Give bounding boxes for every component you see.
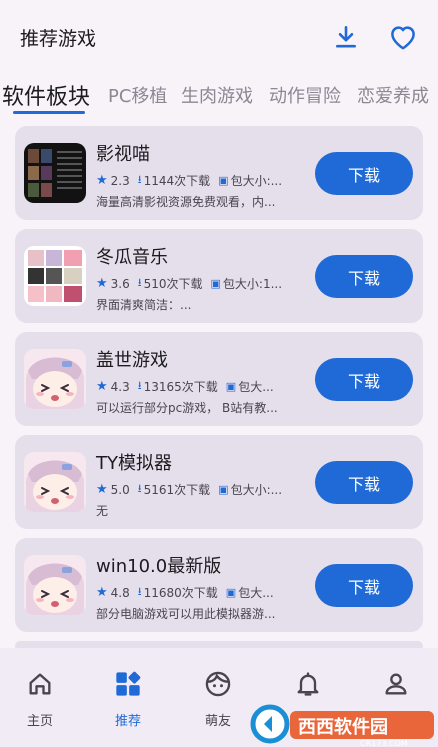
app-downloads: 5161次下载: [143, 483, 211, 497]
app-downloads: 1144次下载: [143, 174, 211, 188]
download-button[interactable]: 下载: [315, 564, 413, 607]
watermark-text: 西西软件园: [298, 716, 388, 738]
app-description: 可以运行部分pc游戏， B站有教...: [96, 401, 278, 415]
star-icon: ★: [96, 585, 108, 600]
tab-romance[interactable]: 恋爱养成: [357, 82, 429, 108]
tab-software[interactable]: 软件板块: [2, 79, 90, 111]
calendar-icon: ▣: [210, 277, 221, 290]
star-icon: ★: [96, 379, 108, 394]
watermark-logo: 西西软件园 CR173.COM: [250, 704, 434, 747]
download-button[interactable]: 下载: [315, 358, 413, 401]
app-description: 无: [96, 504, 109, 518]
app-meta: ★ 4.8 ⭳ 11680次下载 ▣ 包大...: [96, 583, 306, 602]
app-rating: 4.8: [110, 585, 130, 600]
download-count-icon: ⭳: [137, 173, 142, 186]
top-app-bar: 推荐游戏: [0, 0, 438, 74]
app-size: 包大小:...: [230, 483, 283, 497]
nav-label: 主页: [26, 714, 53, 729]
download-count-icon: ⭳: [137, 379, 142, 392]
heart-icon[interactable]: [388, 23, 418, 51]
app-thumbnail: [24, 555, 86, 615]
download-button[interactable]: 下载: [315, 152, 413, 195]
tab-indicator: [13, 111, 85, 114]
watermark-subtext: CR173.COM: [360, 739, 408, 747]
app-card[interactable]: 影视喵 ★ 2.3 ⭳ 1144次下载 ▣ 包大小:... 海量高清影视资源免费…: [15, 126, 423, 220]
calendar-icon: ▣: [218, 483, 229, 496]
app-thumbnail: [24, 349, 86, 409]
tab-raw-games[interactable]: 生肉游戏: [181, 82, 253, 108]
star-icon: ★: [96, 173, 108, 188]
tab-action-adventure[interactable]: 动作冒险: [269, 82, 341, 108]
app-card[interactable]: win10.0最新版 ★ 4.8 ⭳ 11680次下载 ▣ 包大... 部分电脑…: [15, 538, 423, 632]
calendar-icon: ▣: [225, 380, 237, 393]
page-title: 推荐游戏: [20, 28, 97, 50]
nav-home[interactable]: 主页: [0, 648, 84, 747]
bell-icon: [297, 672, 319, 696]
app-rating: 5.0: [110, 482, 130, 497]
app-name: TY模拟器: [96, 453, 172, 474]
app-size: 包大小:...: [230, 174, 283, 188]
app-thumbnail: [24, 246, 86, 306]
app-meta: ★ 4.3 ⭳ 13165次下载 ▣ 包大...: [96, 377, 306, 396]
app-meta: ★ 3.6 ⭳ 510次下载 ▣ 包大小:1...: [96, 274, 306, 293]
download-button[interactable]: 下载: [315, 255, 413, 298]
app-downloads: 510次下载: [143, 277, 203, 291]
nav-friends[interactable]: 萌友: [174, 648, 262, 747]
download-count-icon: ⭳: [137, 482, 142, 495]
app-name: 冬瓜音乐: [96, 247, 168, 268]
calendar-icon: ▣: [218, 174, 229, 187]
app-downloads: 11680次下载: [143, 586, 218, 600]
app-size: 包大...: [238, 380, 274, 394]
nav-label: 萌友: [204, 714, 231, 729]
tab-pc-port[interactable]: PC移植: [108, 82, 167, 108]
app-rating: 4.3: [110, 379, 130, 394]
app-description: 部分电脑游戏可以用此模拟器游...: [96, 607, 276, 621]
app-description: 海量高清影视资源免费观看，内...: [96, 195, 276, 209]
download-count-icon: ⭳: [137, 276, 142, 289]
app-card[interactable]: 盖世游戏 ★ 4.3 ⭳ 13165次下载 ▣ 包大... 可以运行部分pc游戏…: [15, 332, 423, 426]
app-meta: ★ 5.0 ⭳ 5161次下载 ▣ 包大小:...: [96, 480, 306, 499]
app-thumbnail: [24, 143, 86, 203]
star-icon: ★: [96, 482, 108, 497]
app-rating: 3.6: [110, 276, 130, 291]
app-size: 包大小:1...: [222, 277, 283, 291]
app-downloads: 13165次下载: [143, 380, 218, 394]
grid-icon: [116, 671, 141, 696]
star-icon: ★: [96, 276, 108, 291]
app-thumbnail: [24, 452, 86, 512]
calendar-icon: ▣: [225, 586, 237, 599]
app-name: win10.0最新版: [96, 556, 222, 577]
download-button[interactable]: 下载: [315, 461, 413, 504]
download-count-icon: ⭳: [137, 585, 142, 598]
home-icon: [29, 673, 51, 695]
app-meta: ★ 2.3 ⭳ 1144次下载 ▣ 包大小:...: [96, 171, 306, 190]
person-icon: [385, 673, 407, 695]
app-size: 包大...: [238, 586, 274, 600]
app-card[interactable]: 冬瓜音乐 ★ 3.6 ⭳ 510次下载 ▣ 包大小:1... 界面清爽简洁：..…: [15, 229, 423, 323]
face-icon: [205, 671, 231, 697]
app-name: 影视喵: [96, 144, 150, 165]
app-name: 盖世游戏: [96, 350, 168, 371]
app-rating: 2.3: [110, 173, 130, 188]
app-card[interactable]: TY模拟器 ★ 5.0 ⭳ 5161次下载 ▣ 包大小:... 无 下载: [15, 435, 423, 529]
nav-label: 推荐: [114, 714, 141, 729]
nav-recommend[interactable]: 推荐: [84, 648, 172, 747]
download-icon[interactable]: [333, 24, 359, 50]
app-description: 界面清爽简洁：...: [96, 298, 192, 312]
